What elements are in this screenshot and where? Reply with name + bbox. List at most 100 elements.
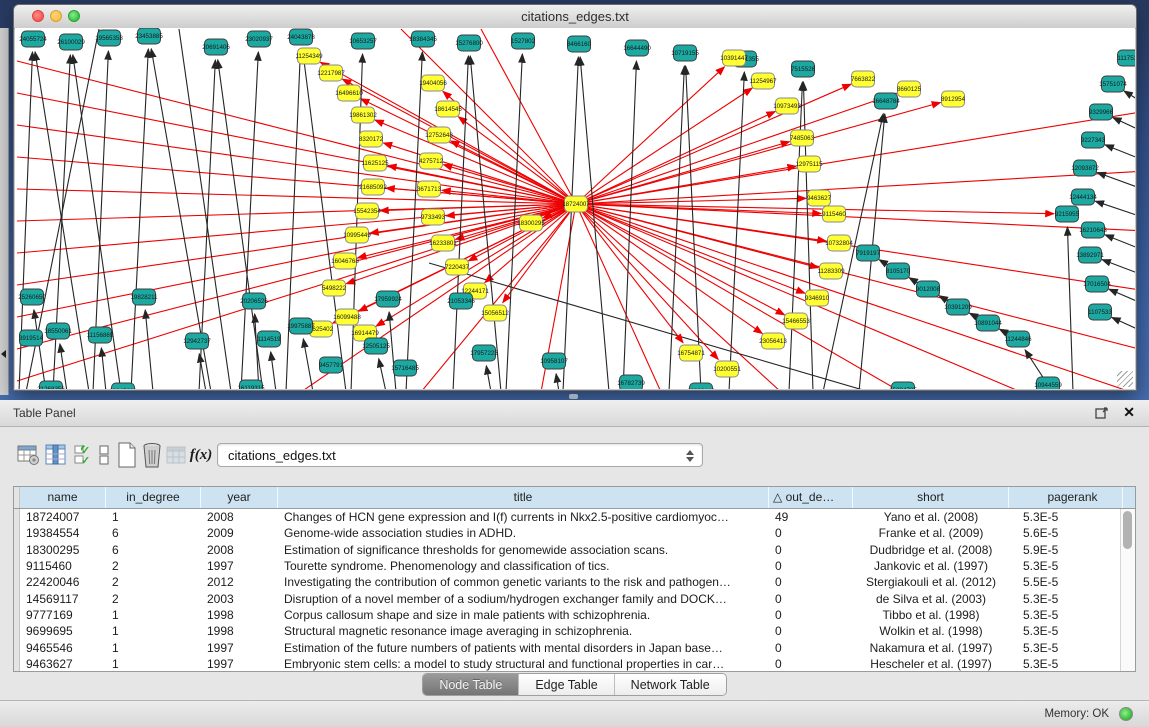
graph-node[interactable]: 15824725 bbox=[889, 382, 917, 389]
graph-node[interactable]: 21268356 bbox=[37, 381, 65, 389]
table-row[interactable]: 2242004622012Investigating the contribut… bbox=[14, 574, 1120, 590]
graph-node[interactable]: 20206526 bbox=[240, 293, 268, 309]
graph-node[interactable]: 9733493 bbox=[421, 209, 446, 225]
resize-grip[interactable] bbox=[1117, 371, 1133, 387]
column-header-year[interactable]: year bbox=[201, 487, 278, 508]
graph-node[interactable]: 9227343 bbox=[1081, 132, 1106, 148]
graph-node[interactable]: 8660125 bbox=[897, 81, 922, 97]
graph-node[interactable]: 18724007 bbox=[562, 196, 590, 212]
graph-node[interactable]: 12942737 bbox=[183, 333, 211, 349]
graph-node[interactable]: 1117538 bbox=[1117, 50, 1135, 66]
row-height-icon[interactable] bbox=[97, 440, 111, 470]
graph-node[interactable]: 16754871 bbox=[677, 345, 705, 361]
column-header-short[interactable]: short bbox=[853, 487, 1009, 508]
graph-node[interactable]: 12752648 bbox=[425, 127, 453, 143]
create-table-column-icon[interactable] bbox=[15, 440, 41, 470]
graph-node[interactable]: 16046768 bbox=[331, 253, 359, 269]
graph-node[interactable]: 15466553 bbox=[782, 313, 810, 329]
graph-node[interactable]: 10391447 bbox=[720, 50, 748, 66]
graph-node[interactable]: 12975115 bbox=[795, 156, 823, 172]
scrollbar-thumb[interactable] bbox=[1123, 511, 1132, 549]
graph-node[interactable]: 11625125 bbox=[361, 155, 389, 171]
table-row[interactable]: 977716911998Corpus callosum shape and si… bbox=[14, 607, 1120, 623]
window-titlebar[interactable]: citations_edges.txt bbox=[14, 5, 1136, 29]
graph-node[interactable]: 11283309 bbox=[817, 263, 845, 279]
graph-node[interactable]: 1107533 bbox=[1088, 304, 1112, 320]
graph-node[interactable]: 12444134 bbox=[1069, 189, 1097, 205]
graph-node[interactable]: 15056512 bbox=[481, 305, 509, 321]
graph-node[interactable]: 18945201 bbox=[109, 383, 137, 389]
graph-node[interactable]: 21053346 bbox=[447, 293, 475, 309]
graph-node[interactable]: 10944559 bbox=[1034, 377, 1062, 389]
expand-panel-arrow-icon[interactable] bbox=[1, 350, 6, 358]
graph-node[interactable]: 12923446 bbox=[687, 383, 715, 389]
table-row[interactable]: 969969511998Structural magnetic resonanc… bbox=[14, 623, 1120, 639]
graph-node[interactable]: 3919514 bbox=[19, 330, 44, 346]
close-panel-icon[interactable]: ✕ bbox=[1123, 404, 1135, 421]
graph-node[interactable]: 19828211 bbox=[130, 289, 158, 305]
panel-divider-handle[interactable] bbox=[569, 394, 578, 399]
graph-node[interactable]: 7485063 bbox=[790, 130, 815, 146]
graph-node[interactable]: 21685092 bbox=[359, 179, 387, 195]
graph-node[interactable]: 16233801 bbox=[429, 235, 457, 251]
graph-node[interactable]: 9457791 bbox=[319, 357, 344, 373]
graph-node[interactable]: 13892971 bbox=[1076, 247, 1104, 263]
graph-node[interactable]: 10732804 bbox=[825, 235, 853, 251]
graph-node[interactable]: 18384345 bbox=[409, 31, 437, 47]
column-header-name[interactable]: name bbox=[20, 487, 106, 508]
graph-node[interactable]: 8466160 bbox=[567, 36, 592, 52]
graph-node[interactable]: 16644490 bbox=[623, 40, 651, 56]
table-scrollbar[interactable] bbox=[1120, 509, 1135, 671]
graph-node[interactable]: 16119315 bbox=[237, 380, 265, 389]
graph-node[interactable]: 10995449 bbox=[343, 227, 371, 243]
graph-node[interactable]: 9346910 bbox=[805, 290, 830, 306]
column-header-title[interactable]: title bbox=[278, 487, 769, 508]
table-row[interactable]: 911546021997Tourette syndrome. Phenomeno… bbox=[14, 558, 1120, 574]
graph-node[interactable]: 23056413 bbox=[759, 333, 787, 349]
graph-node[interactable]: 19975887 bbox=[287, 318, 315, 334]
graph-node[interactable]: 16496610 bbox=[335, 85, 363, 101]
graph-node[interactable]: 18550061 bbox=[44, 323, 72, 339]
graph-node[interactable]: 9215955 bbox=[1055, 206, 1080, 222]
graph-node[interactable]: 10891044 bbox=[974, 315, 1002, 331]
function-builder-icon[interactable]: f(x) bbox=[188, 440, 214, 470]
table-selector-combobox[interactable]: citations_edges.txt bbox=[217, 443, 703, 467]
graph-node[interactable]: 17959924 bbox=[374, 291, 402, 307]
graph-node[interactable]: 9463627 bbox=[807, 190, 832, 206]
graph-node[interactable]: 8320172 bbox=[359, 131, 384, 147]
float-panel-icon[interactable] bbox=[1095, 406, 1109, 420]
graph-node[interactable]: 19404056 bbox=[419, 75, 447, 91]
graph-node[interactable]: 15751074 bbox=[1099, 76, 1127, 92]
tab-edge-table[interactable]: Edge Table bbox=[519, 674, 614, 695]
column-header-outde[interactable]: △ out_de… bbox=[769, 487, 853, 508]
graph-node[interactable]: 16210643 bbox=[1079, 222, 1107, 238]
table-row[interactable]: 1830029562008Estimation of significance … bbox=[14, 542, 1120, 558]
graph-node[interactable]: 15276800 bbox=[455, 35, 483, 51]
graph-node[interactable]: 10719155 bbox=[671, 45, 699, 61]
graph-node[interactable]: 12505125 bbox=[362, 338, 390, 354]
graph-node[interactable]: 16782739 bbox=[617, 375, 645, 389]
table-row[interactable]: 946554611997Estimation of the future num… bbox=[14, 639, 1120, 655]
graph-node[interactable]: 24055724 bbox=[19, 31, 47, 47]
table-row[interactable]: 946362711997Embryonic stem cells: a mode… bbox=[14, 656, 1120, 671]
graph-node[interactable]: 7919197 bbox=[856, 245, 881, 261]
tab-network-table[interactable]: Network Table bbox=[615, 674, 726, 695]
graph-node[interactable]: 16648784 bbox=[872, 93, 900, 109]
table-row[interactable]: 1456911722003Disruption of a novel membe… bbox=[14, 590, 1120, 606]
graph-node[interactable]: 9329966 bbox=[1089, 104, 1114, 120]
graph-node[interactable]: 24043878 bbox=[287, 29, 315, 45]
graph-node[interactable]: 15542354 bbox=[353, 203, 381, 219]
graph-node[interactable]: 12217987 bbox=[317, 65, 345, 81]
delete-table-icon[interactable] bbox=[140, 440, 164, 470]
graph-node[interactable]: 15716485 bbox=[391, 360, 419, 376]
graph-node[interactable]: 11244846 bbox=[1004, 331, 1032, 347]
graph-node[interactable]: 7515526 bbox=[791, 61, 816, 77]
graph-node[interactable]: 10200551 bbox=[713, 361, 741, 377]
select-columns-icon[interactable]: ✓✓ bbox=[72, 440, 96, 470]
graph-node[interactable]: 26100029 bbox=[57, 34, 85, 50]
graph-node[interactable]: 19861302 bbox=[349, 107, 377, 123]
graph-node[interactable]: 7220437 bbox=[445, 259, 470, 275]
new-table-icon[interactable] bbox=[115, 440, 139, 470]
graph-node[interactable]: 1527802 bbox=[511, 33, 536, 49]
graph-node[interactable]: 11254967 bbox=[749, 73, 777, 89]
